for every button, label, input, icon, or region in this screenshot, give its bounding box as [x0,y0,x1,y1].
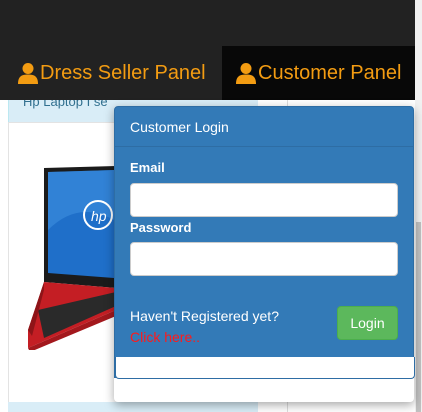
customer-panel-link[interactable]: Customer Panel [222,46,415,100]
customer-login-dropdown: Customer Login Email Password Haven't Re… [114,106,415,402]
customer-panel-label: Customer Panel [258,61,402,84]
svg-text:hp: hp [91,208,107,224]
hp-laptop-image[interactable]: hp [28,160,118,350]
login-button[interactable]: Login [337,306,398,340]
user-icon [18,63,38,84]
user-icon [236,63,256,84]
email-label: Email [130,160,165,175]
login-heading: Customer Login [115,107,413,147]
product-card-footer [8,402,258,412]
register-link[interactable]: Click here.. [130,329,200,345]
login-panel: Customer Login Email Password Haven't Re… [114,106,415,379]
password-label: Password [130,220,192,235]
top-navbar: Dress Seller Panel Customer Panel [0,0,415,100]
dress-seller-panel-label: Dress Seller Panel [40,61,206,84]
email-field[interactable] [130,183,398,217]
dress-seller-panel-link[interactable]: Dress Seller Panel [18,46,206,100]
product-title[interactable]: Hp Laptop I se [23,100,108,109]
login-panel-footer [115,357,415,379]
password-field[interactable] [130,242,398,276]
scrollbar-thumb[interactable] [416,222,421,412]
register-prompt: Haven't Registered yet? [130,308,279,324]
